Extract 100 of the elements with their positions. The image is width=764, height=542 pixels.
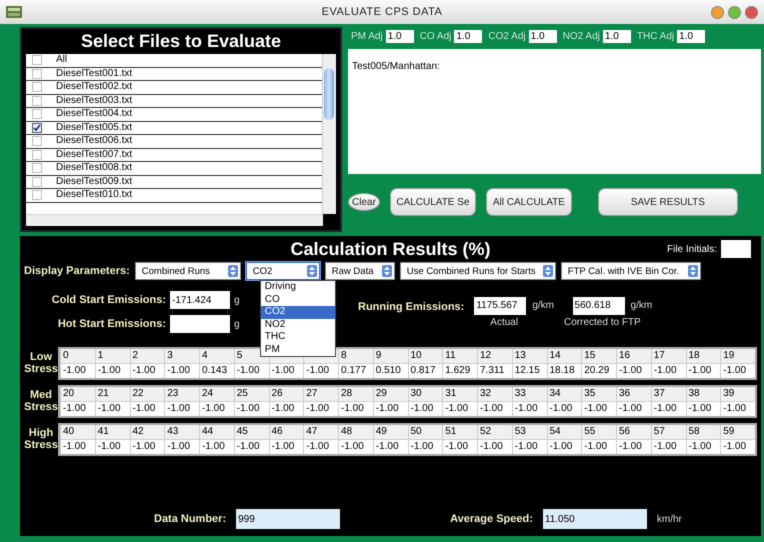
value-cell: -1.00 — [234, 440, 268, 454]
checkbox[interactable] — [32, 55, 42, 66]
file-item[interactable]: DieselTest010.txt — [26, 189, 322, 202]
file-item[interactable]: DieselTest003.txt — [26, 94, 322, 108]
checkbox[interactable] — [32, 176, 42, 187]
file-item[interactable]: DieselTest009.txt — [26, 176, 322, 189]
value-cell: -1.00 — [130, 402, 164, 416]
cold-start-field[interactable]: -171.424 — [170, 291, 230, 309]
adjustment-field[interactable]: 1.0 — [386, 30, 414, 42]
minimize-button[interactable] — [711, 6, 724, 18]
bin-cell: 58 — [686, 425, 720, 440]
adjustment-field[interactable]: 1.0 — [677, 30, 706, 42]
value-cell: -1.00 — [303, 364, 338, 378]
close-button[interactable] — [745, 6, 758, 18]
file-item[interactable]: DieselTest008.txt — [26, 162, 322, 176]
unit-label: g/km — [630, 300, 652, 311]
action-button[interactable]: SAVE RESULTS — [598, 188, 738, 216]
dropdown[interactable]: FTP Cal. with IVE Bin Cor. — [560, 262, 701, 280]
value-cell: -1.00 — [686, 440, 720, 454]
checkbox[interactable] — [32, 150, 42, 160]
file-item[interactable]: All — [26, 54, 322, 68]
checkbox[interactable] — [32, 122, 42, 133]
average-speed-field[interactable]: 11.050 — [542, 509, 647, 529]
value-cell: -1.00 — [442, 440, 477, 454]
checkbox[interactable] — [32, 68, 42, 79]
checkbox[interactable] — [32, 163, 42, 174]
value-cell: -1.00 — [164, 402, 199, 416]
spinner-arrows-icon — [306, 265, 317, 277]
value-cell: -1.00 — [616, 440, 651, 454]
running-emissions-field[interactable]: 560.618 — [572, 296, 625, 314]
data-number-field[interactable]: 999 — [236, 509, 340, 529]
unit-label: g — [234, 318, 240, 330]
hot-start-field[interactable] — [170, 315, 230, 333]
window-title: EVALUATE CPS DATA — [322, 6, 442, 18]
bin-cell: 33 — [512, 387, 546, 402]
value-cell: -1.00 — [546, 402, 582, 416]
value-cell: -1.00 — [199, 440, 234, 454]
vertical-scrollbar[interactable] — [322, 54, 336, 214]
dropdown[interactable]: Raw Data — [324, 262, 395, 280]
dropdown-option[interactable]: THC — [260, 331, 335, 344]
bin-cell: 50 — [408, 425, 442, 440]
value-cell: -1.00 — [512, 440, 546, 454]
checkbox[interactable] — [32, 136, 42, 146]
bin-cell: 11 — [442, 349, 477, 364]
value-cell: -1.00 — [650, 364, 686, 378]
value-cell: 18.18 — [546, 364, 582, 378]
value-cell: -1.00 — [130, 364, 164, 378]
bin-cell: 59 — [720, 425, 755, 440]
value-cell: -1.00 — [372, 440, 408, 454]
value-cell: -1.00 — [303, 402, 338, 416]
adjustment-field[interactable]: 1.0 — [454, 30, 482, 42]
dropdown-option[interactable]: NO2 — [260, 318, 335, 331]
horizontal-scrollbar[interactable] — [26, 214, 323, 226]
dropdown[interactable]: Combined Runs — [134, 262, 241, 280]
dropdown[interactable]: CO2 — [246, 262, 320, 280]
checkbox[interactable] — [32, 109, 42, 120]
adjustment-label: PM Adj — [351, 30, 383, 42]
checkbox[interactable] — [32, 96, 42, 106]
running-emissions-field[interactable]: 1175.567 — [474, 296, 526, 314]
maximize-button[interactable] — [728, 6, 741, 18]
file-item[interactable]: DieselTest001.txt — [26, 68, 322, 81]
bin-cell: 55 — [581, 425, 616, 440]
file-item[interactable]: DieselTest004.txt — [26, 108, 322, 122]
value-cell: 0.817 — [408, 364, 442, 378]
adjustment-label: NO2 Adj — [562, 30, 600, 42]
bin-cell: 34 — [546, 387, 582, 402]
bin-cell: 22 — [130, 387, 164, 402]
value-cell: -1.00 — [720, 364, 755, 378]
checkbox[interactable] — [32, 82, 42, 92]
clear-button[interactable]: Clear — [348, 193, 380, 211]
file-initials-field[interactable] — [721, 240, 751, 258]
notes-field[interactable]: Test005/Manhattan: — [348, 49, 761, 174]
dropdown-option[interactable]: CO — [260, 294, 335, 306]
file-item[interactable]: DieselTest002.txt — [26, 81, 322, 94]
action-button[interactable]: All CALCULATE — [486, 188, 572, 216]
results-title: Calculation Results (%) — [290, 238, 491, 260]
value-cell: -1.00 — [130, 440, 164, 454]
checkbox[interactable] — [32, 190, 42, 200]
dropdown-option[interactable]: CO2 — [260, 306, 335, 318]
bin-cell: 41 — [94, 425, 130, 440]
file-item[interactable]: DieselTest006.txt — [26, 135, 322, 148]
app-icon — [6, 6, 22, 18]
adjustment-field[interactable]: 1.0 — [528, 30, 557, 42]
adjustment-field[interactable]: 1.0 — [602, 30, 631, 42]
value-cell: -1.00 — [372, 402, 408, 416]
value-cell: 1.629 — [442, 364, 477, 378]
bin-cell: 44 — [199, 425, 234, 440]
file-item[interactable]: DieselTest007.txt — [26, 148, 322, 162]
dropdown-option[interactable]: Driving — [260, 281, 335, 294]
value-cell: 7.311 — [477, 364, 512, 378]
unit-label: km/hr — [656, 514, 682, 524]
action-button[interactable]: CALCULATE Se — [390, 188, 476, 216]
dropdown[interactable]: Use Combined Runs for Starts — [400, 262, 556, 280]
value-cell: -1.00 — [581, 440, 616, 454]
bin-cell: 2 — [130, 349, 164, 364]
caption: Corrected to FTP — [564, 316, 641, 328]
caption: Actual — [490, 316, 518, 328]
value-cell: -1.00 — [477, 440, 512, 454]
bin-cell: 25 — [234, 387, 268, 402]
file-item[interactable]: DieselTest005.txt — [26, 122, 322, 135]
